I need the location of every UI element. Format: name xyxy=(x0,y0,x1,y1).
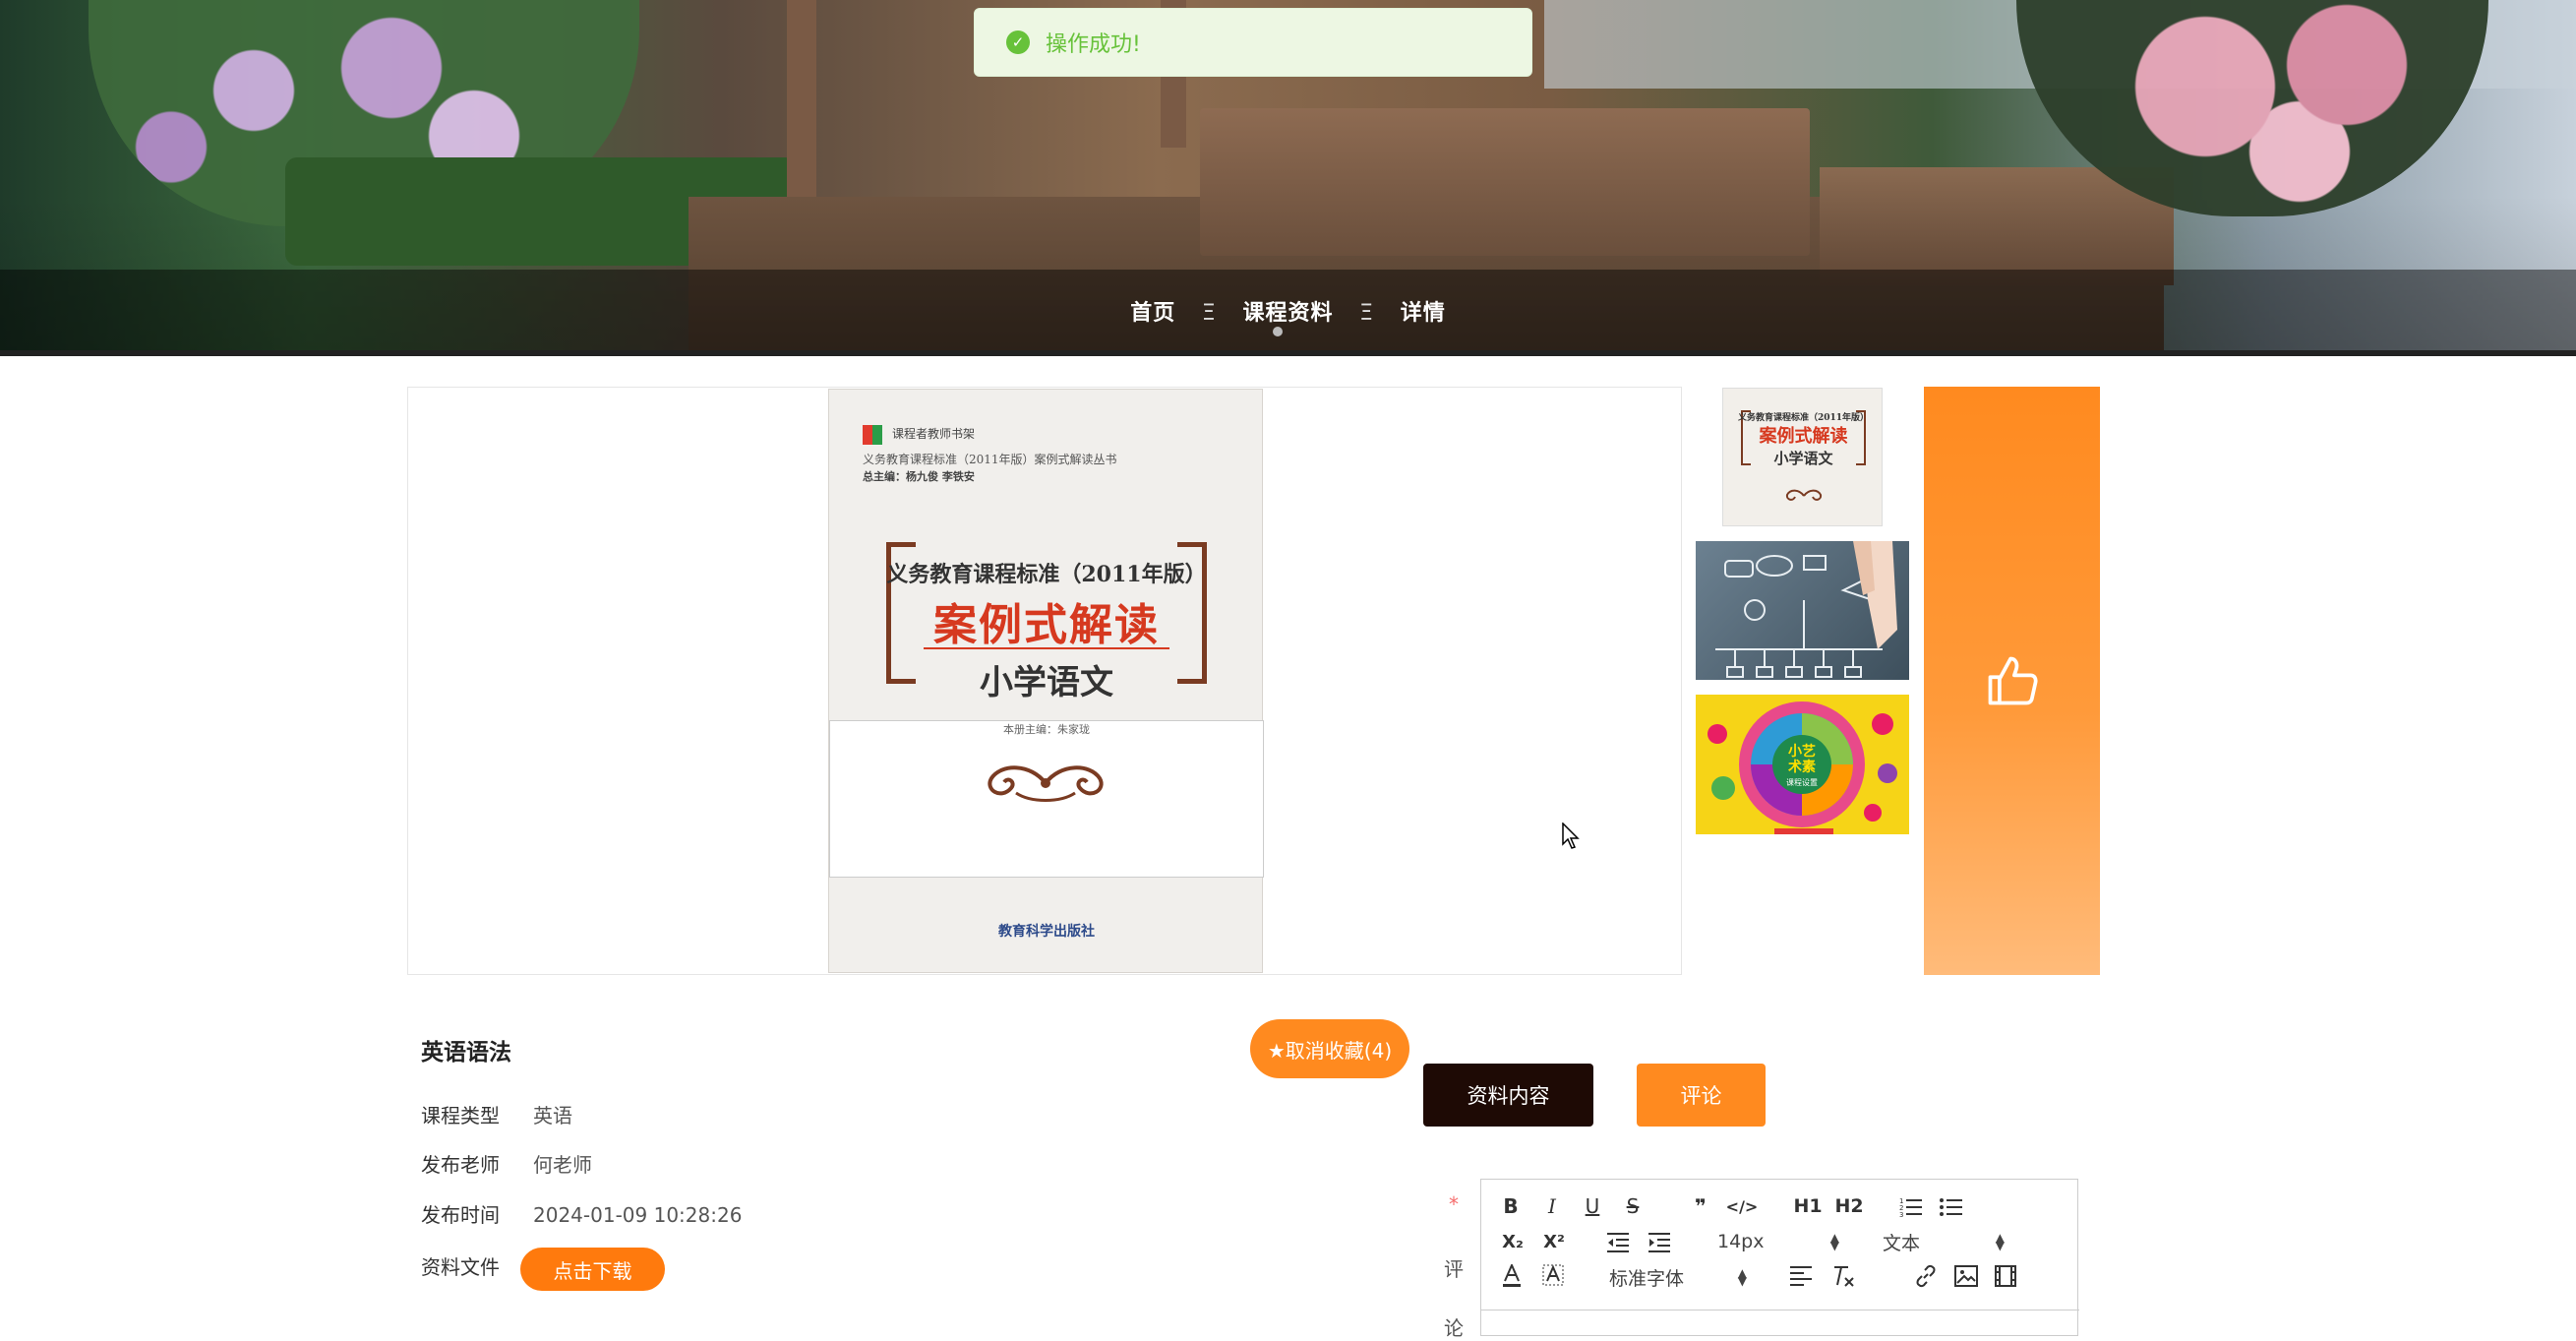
video-icon[interactable] xyxy=(1995,1265,2016,1287)
download-button[interactable]: 点击下载 xyxy=(520,1248,665,1291)
course-type-value: 英语 xyxy=(533,1104,572,1128)
check-icon: ✓ xyxy=(1006,30,1030,54)
text-color-icon[interactable] xyxy=(1501,1264,1523,1288)
main-cover-image: 课程者教师书架 义务教育课程标准（2011年版）案例式解读丛书 总主编：杨九俊 … xyxy=(828,389,1264,973)
thumbnail-3[interactable]: 小艺 术素 课程设置 xyxy=(1696,695,1909,834)
carousel-indicator[interactable] xyxy=(1273,327,1283,336)
tab-comment[interactable]: 评论 xyxy=(1637,1064,1766,1127)
background-color-icon[interactable] xyxy=(1542,1264,1564,1288)
comment-label-char: 评 xyxy=(1444,1257,1464,1281)
breadcrumb-separator: Ξ xyxy=(1201,301,1217,326)
h1-button[interactable]: H1 xyxy=(1792,1193,1824,1219)
indent-icon[interactable] xyxy=(1648,1233,1670,1252)
outdent-icon[interactable] xyxy=(1607,1233,1629,1252)
course-type-label: 课程类型 xyxy=(421,1104,500,1128)
comment-label-char: 论 xyxy=(1444,1316,1464,1340)
teacher-row: 发布老师 何老师 xyxy=(421,1149,592,1178)
font-size-value: 14px xyxy=(1717,1231,1765,1252)
italic-button[interactable]: I xyxy=(1540,1193,1564,1219)
align-icon[interactable] xyxy=(1790,1266,1812,1286)
breadcrumb-home[interactable]: 首页 xyxy=(1130,301,1175,326)
hero-bench xyxy=(1200,108,1810,256)
link-icon[interactable] xyxy=(1914,1264,1938,1288)
bullet-list-icon[interactable] xyxy=(1940,1195,1963,1217)
thumbnail-1[interactable]: 义务教育课程标准（2011年版） 案例式解读 小学语文 xyxy=(1722,388,1883,526)
font-family-select[interactable]: 标准字体 ▲ ▼ xyxy=(1609,1264,1747,1290)
underline-button[interactable]: U xyxy=(1581,1193,1604,1219)
required-mark: * xyxy=(1449,1192,1459,1216)
breadcrumb-section[interactable]: 课程资料 xyxy=(1242,301,1333,326)
hero-pillar xyxy=(787,0,816,197)
file-label: 资料文件 xyxy=(421,1255,500,1279)
thumbnail-2[interactable] xyxy=(1696,541,1909,680)
cover-divider xyxy=(924,647,1169,649)
success-toast: ✓ 操作成功! xyxy=(974,8,1532,77)
material-title: 英语语法 xyxy=(421,1040,511,1066)
hero-bottom-border xyxy=(0,350,2576,356)
superscript-button[interactable]: X² xyxy=(1540,1229,1568,1254)
cover-title-line2: 案例式解读 xyxy=(933,600,1160,650)
tab-content[interactable]: 资料内容 xyxy=(1423,1064,1593,1127)
thumbs-up-icon xyxy=(1988,656,2038,705)
cover-chief-editors: 总主编：杨九俊 李铁安 xyxy=(863,470,975,483)
thumb3-center3: 课程设置 xyxy=(1786,777,1818,787)
publish-time-row: 发布时间 2024-01-09 10:28:26 xyxy=(421,1199,742,1228)
thumb3-center1: 小艺 xyxy=(1788,743,1816,760)
breadcrumb-separator: Ξ xyxy=(1359,301,1375,326)
editor-toolbar-divider xyxy=(1481,1310,2079,1311)
font-family-value: 标准字体 xyxy=(1609,1267,1685,1290)
h2-button[interactable]: H2 xyxy=(1833,1193,1865,1219)
ornament-icon xyxy=(988,765,1104,802)
breadcrumb-current: 详情 xyxy=(1400,301,1446,326)
ornament-icon xyxy=(1785,489,1823,501)
blockquote-button[interactable]: ❞ xyxy=(1688,1193,1713,1219)
select-arrows-icon: ▲ ▼ xyxy=(1737,1266,1747,1288)
svg-text:3: 3 xyxy=(1899,1211,1903,1217)
unfavorite-button[interactable]: ★取消收藏(4) xyxy=(1250,1019,1409,1078)
image-icon[interactable] xyxy=(1954,1265,1978,1287)
cover-publisher-brand: 课程者教师书架 xyxy=(892,427,976,441)
strike-button[interactable]: S xyxy=(1621,1193,1645,1219)
file-row: 资料文件 xyxy=(421,1251,533,1280)
like-button[interactable] xyxy=(1924,387,2100,975)
cover-title-line1: 义务教育课程标准（2011年版） xyxy=(886,562,1207,587)
code-block-button[interactable]: </> xyxy=(1726,1193,1759,1219)
mouse-cursor-icon xyxy=(1562,823,1580,849)
select-arrows-icon: ▲ ▼ xyxy=(1829,1231,1839,1252)
cover-press: 教育科学出版社 xyxy=(998,924,1095,940)
header-select-value: 文本 xyxy=(1883,1232,1921,1254)
teacher-value: 何老师 xyxy=(533,1153,592,1177)
header-select[interactable]: 文本 ▲ ▼ xyxy=(1883,1229,2005,1254)
bold-button[interactable]: B xyxy=(1499,1193,1523,1219)
subscript-button[interactable]: X₂ xyxy=(1499,1229,1527,1254)
ordered-list-icon[interactable]: 1 2 3 xyxy=(1899,1195,1923,1217)
publisher-logo-icon xyxy=(863,425,882,445)
select-arrows-icon: ▲ ▼ xyxy=(1995,1231,2005,1252)
breadcrumb: 首页 Ξ 课程资料 Ξ 详情 xyxy=(0,295,2576,327)
teacher-label: 发布老师 xyxy=(421,1153,500,1177)
cover-title-line3: 小学语文 xyxy=(980,663,1113,702)
publish-time-label: 发布时间 xyxy=(421,1203,500,1227)
clear-format-icon[interactable] xyxy=(1831,1264,1855,1288)
thumb3-center2: 术素 xyxy=(1788,759,1816,775)
toast-message: 操作成功! xyxy=(1046,32,1141,57)
font-size-select[interactable]: 14px ▲ ▼ xyxy=(1717,1229,1839,1254)
cover-series: 义务教育课程标准（2011年版）案例式解读丛书 xyxy=(863,453,1117,466)
thumb1-line3: 小学语文 xyxy=(1773,450,1833,467)
art-curriculum-diagram: 小艺 术素 课程设置 xyxy=(1707,701,1897,834)
diagram-hand-image xyxy=(1715,541,1897,678)
thumb1-line2: 案例式解读 xyxy=(1759,426,1848,447)
publish-time-value: 2024-01-09 10:28:26 xyxy=(533,1203,743,1227)
course-type-row: 课程类型 英语 xyxy=(421,1100,572,1128)
rich-text-editor: B I U S ❞ </> H1 H2 1 2 3 X₂ X² 14px ▲ ▼ … xyxy=(1480,1179,2079,1336)
